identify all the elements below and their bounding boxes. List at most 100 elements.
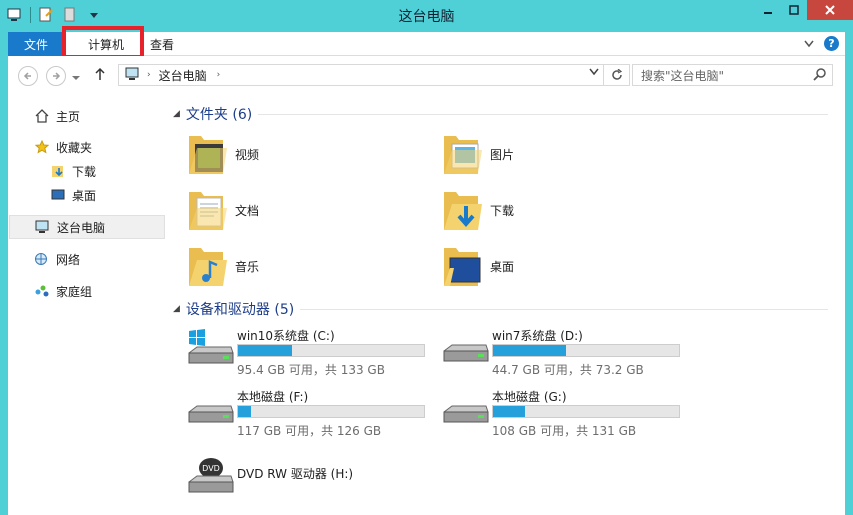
folders-group-header[interactable]: ◢ 文件夹 (6) bbox=[173, 104, 829, 124]
drive-usage-fill bbox=[493, 345, 566, 356]
search-icon[interactable] bbox=[813, 68, 826, 84]
sidebar-item-favorites[interactable]: 收藏夹 bbox=[34, 136, 92, 158]
drive-g[interactable]: 本地磁盘 (G:) 108 GB 可用，共 131 GB bbox=[442, 388, 692, 438]
sidebar-item-label: 主页 bbox=[56, 109, 81, 124]
close-icon bbox=[825, 5, 835, 15]
address-bar[interactable]: › 这台电脑 › bbox=[118, 64, 630, 86]
drive-usage-bar bbox=[237, 344, 425, 357]
close-button[interactable] bbox=[807, 0, 853, 20]
back-button[interactable] bbox=[18, 66, 38, 86]
sidebar-item-this-pc[interactable]: 这台电脑 bbox=[9, 215, 165, 239]
maximize-icon bbox=[789, 5, 799, 15]
tab-file[interactable]: 文件 bbox=[8, 32, 64, 56]
minimize-button[interactable] bbox=[755, 0, 781, 20]
forward-arrow-icon bbox=[53, 72, 61, 80]
this-pc-icon bbox=[35, 219, 51, 235]
downloads-folder-icon bbox=[50, 163, 66, 179]
drive-h[interactable]: DVD DVD RW 驱动器 (H:) bbox=[187, 456, 437, 506]
breadcrumb-this-pc[interactable]: 这台电脑 bbox=[159, 67, 207, 84]
desktop-icon bbox=[50, 187, 66, 203]
drive-f[interactable]: 本地磁盘 (F:) 117 GB 可用，共 126 GB bbox=[187, 388, 437, 438]
windows-drive-icon bbox=[188, 329, 234, 364]
sidebar-item-label: 桌面 bbox=[72, 188, 97, 203]
music-folder-icon bbox=[189, 248, 227, 286]
sidebar-item-label: 这台电脑 bbox=[57, 220, 106, 235]
group-title: 文件夹 (6) bbox=[185, 107, 253, 123]
explorer-window: 这台电脑 文件 计算机 查看 ? › 这台电脑 › 搜索"这台电脑" 主页 收藏… bbox=[0, 0, 853, 515]
forward-button[interactable] bbox=[46, 66, 66, 86]
search-box[interactable]: 搜索"这台电脑" bbox=[632, 64, 833, 86]
refresh-icon bbox=[611, 69, 622, 80]
sidebar-item-homegroup[interactable]: 家庭组 bbox=[34, 280, 92, 302]
hard-drive-icon bbox=[443, 344, 489, 362]
folder-label: 图片 bbox=[490, 147, 515, 162]
drive-d[interactable]: win7系统盘 (D:) 44.7 GB 可用，共 73.2 GB bbox=[442, 327, 692, 377]
videos-folder-icon bbox=[189, 136, 227, 174]
network-icon bbox=[34, 251, 50, 267]
sidebar-item-desktop[interactable]: 桌面 bbox=[50, 184, 96, 206]
downloads-folder-icon bbox=[444, 192, 482, 230]
recent-locations-icon[interactable] bbox=[72, 70, 80, 84]
explorer-content: 主页 收藏夹 下载 桌面 这台电脑 网络 家庭组 ◢ 文件夹 (6) 视频 图片… bbox=[8, 94, 845, 515]
ribbon-controls: ? bbox=[804, 36, 839, 51]
drive-name: 本地磁盘 (F:) bbox=[237, 390, 309, 404]
drive-free-space: 108 GB 可用，共 131 GB bbox=[492, 424, 637, 438]
folder-label: 文档 bbox=[235, 203, 260, 218]
drive-c[interactable]: win10系统盘 (C:) 95.4 GB 可用，共 133 GB bbox=[187, 327, 437, 377]
folder-documents[interactable]: 文档 bbox=[187, 186, 259, 234]
pictures-folder-icon bbox=[444, 136, 482, 174]
refresh-button[interactable] bbox=[603, 65, 629, 85]
sidebar-item-label: 网络 bbox=[56, 252, 81, 267]
folder-videos[interactable]: 视频 bbox=[187, 130, 259, 178]
hard-drive-icon bbox=[443, 405, 489, 423]
home-icon bbox=[34, 108, 50, 124]
address-dropdown-icon[interactable] bbox=[589, 68, 599, 79]
window-controls bbox=[755, 0, 853, 20]
drive-name: DVD RW 驱动器 (H:) bbox=[237, 467, 354, 481]
folder-label: 视频 bbox=[235, 147, 260, 162]
desktop-folder-icon bbox=[444, 248, 481, 286]
folder-label: 音乐 bbox=[235, 259, 260, 274]
minimize-icon bbox=[764, 12, 772, 14]
navigation-bar: › 这台电脑 › 搜索"这台电脑" bbox=[8, 56, 845, 94]
drive-name: 本地磁盘 (G:) bbox=[492, 390, 567, 404]
breadcrumb-chevron-icon[interactable]: › bbox=[217, 70, 221, 80]
svg-text:DVD: DVD bbox=[202, 464, 220, 473]
devices-group-header[interactable]: ◢ 设备和驱动器 (5) bbox=[173, 299, 829, 319]
window-title: 这台电脑 bbox=[398, 9, 455, 25]
search-input[interactable]: 搜索"这台电脑" bbox=[641, 67, 724, 84]
tab-view[interactable]: 查看 bbox=[142, 32, 182, 56]
sidebar-item-label: 下载 bbox=[72, 164, 97, 179]
file-view: ◢ 文件夹 (6) 视频 图片 文档 下载 音乐 桌面 ◢ 设备和驱动器 (5)… bbox=[165, 94, 845, 515]
group-divider bbox=[300, 308, 829, 310]
sidebar-item-home[interactable]: 主页 bbox=[34, 105, 80, 127]
up-arrow-icon[interactable] bbox=[94, 67, 106, 84]
back-arrow-icon bbox=[23, 72, 31, 80]
drive-free-space: 44.7 GB 可用，共 73.2 GB bbox=[492, 363, 644, 377]
drive-usage-bar bbox=[492, 344, 680, 357]
collapse-arrow-icon[interactable]: ◢ bbox=[173, 109, 180, 119]
homegroup-icon bbox=[34, 283, 50, 299]
highlight-box bbox=[62, 26, 144, 59]
folder-desktop[interactable]: 桌面 bbox=[442, 242, 514, 290]
expand-ribbon-icon[interactable] bbox=[804, 37, 814, 51]
navigation-pane: 主页 收藏夹 下载 桌面 这台电脑 网络 家庭组 bbox=[8, 94, 165, 515]
drive-free-space: 117 GB 可用，共 126 GB bbox=[237, 424, 382, 438]
folder-label: 下载 bbox=[490, 203, 515, 218]
sidebar-item-network[interactable]: 网络 bbox=[34, 248, 80, 270]
maximize-button[interactable] bbox=[781, 0, 807, 20]
group-divider bbox=[258, 113, 829, 115]
hard-drive-icon bbox=[188, 405, 234, 423]
sidebar-item-downloads[interactable]: 下载 bbox=[50, 160, 96, 182]
collapse-arrow-icon[interactable]: ◢ bbox=[173, 304, 180, 314]
star-icon bbox=[34, 139, 50, 155]
drive-free-space: 95.4 GB 可用，共 133 GB bbox=[237, 363, 385, 377]
breadcrumb-separator-icon: › bbox=[147, 70, 151, 80]
sidebar-item-label: 收藏夹 bbox=[56, 140, 93, 155]
sidebar-item-label: 家庭组 bbox=[56, 284, 93, 299]
folder-downloads[interactable]: 下载 bbox=[442, 186, 514, 234]
group-title: 设备和驱动器 (5) bbox=[185, 302, 295, 318]
help-icon[interactable]: ? bbox=[824, 36, 839, 51]
folder-music[interactable]: 音乐 bbox=[187, 242, 259, 290]
folder-pictures[interactable]: 图片 bbox=[442, 130, 514, 178]
